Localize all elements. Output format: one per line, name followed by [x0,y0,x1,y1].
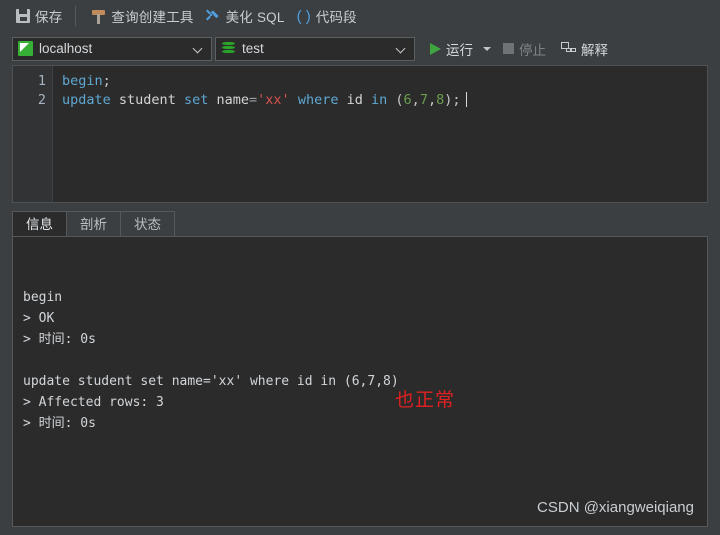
line-number: 1 [37,73,46,89]
code-token: 8 [436,92,445,108]
code-token: 'xx' [257,92,290,108]
code-token: ); [444,92,461,108]
sql-code-area[interactable]: begin; update student set name='xx' where… [53,66,707,202]
annotation-text: 也正常 [395,389,456,411]
stop-label: 停止 [519,42,546,58]
text-cursor [465,92,467,107]
parentheses-icon: ( ) [296,7,311,25]
code-token: 7 [419,92,428,108]
sql-editor-window: 保存 查询创建工具 美化 SQL ( ) 代码段 localhost test … [0,0,720,535]
run-button[interactable]: 运行 [427,37,476,61]
editor-container: 12 begin; update student set name='xx' wh… [0,65,720,207]
main-toolbar: 保存 查询创建工具 美化 SQL ( ) 代码段 [0,0,720,32]
output-console[interactable]: begin > OK > 时间: 0s update student set nam… [12,236,708,527]
database-value: test [242,41,264,56]
execution-controls: 运行 停止 解释 [427,37,611,61]
line-number-gutter: 12 [13,66,53,202]
code-token: 6 [403,92,412,108]
explain-button[interactable]: 解释 [558,37,611,61]
code-token: set [183,92,209,108]
console-line: update student set name='xx' where id in… [23,374,399,389]
console-line: > 时间: 0s [23,332,96,347]
code-token: = [249,92,258,108]
sql-editor[interactable]: 12 begin; update student set name='xx' wh… [12,65,708,203]
connection-icon [18,41,33,56]
run-label: 运行 [446,42,473,58]
code-token: update [62,92,111,108]
code-line: begin; [62,72,707,91]
code-token: , [411,92,420,108]
code-snippet-label: 代码段 [315,10,357,25]
play-icon [430,42,441,55]
tab-信息[interactable]: 信息 [12,211,67,236]
run-dropdown-arrow-icon[interactable] [483,46,491,51]
save-icon [16,9,30,23]
code-token: where [297,92,339,108]
beautify-sql-button[interactable]: 美化 SQL [200,4,291,28]
console-line: > OK [23,311,55,326]
line-number: 2 [37,92,46,108]
hammer-icon [91,9,106,24]
save-button[interactable]: 保存 [10,4,68,28]
toolbar-divider [75,6,77,26]
tab-剖析[interactable]: 剖析 [66,211,121,236]
code-token: ; [102,73,111,89]
console-container: begin > OK > 时间: 0s update student set nam… [0,236,720,535]
database-select[interactable]: test [215,36,415,61]
database-icon [221,41,236,56]
code-token: name [216,92,250,108]
stop-icon [503,43,514,54]
result-tabs: 信息 剖析 状态 [0,207,720,236]
watermark: CSDN @xiangweiqiang [537,499,694,516]
code-token: begin [62,73,103,89]
connection-toolbar: localhost test 运行 停止 解释 [0,32,720,65]
console-line: > Affected rows: 3 [23,395,164,410]
query-builder-button[interactable]: 查询创建工具 [85,4,199,28]
code-token: id [346,92,363,108]
code-token: in [371,92,388,108]
explain-icon [561,41,576,56]
connection-select[interactable]: localhost [12,36,212,61]
code-token: student [118,92,176,108]
tab-状态[interactable]: 状态 [120,211,175,236]
code-token: ( [387,92,404,108]
console-line: begin [23,290,63,305]
console-output-text: begin > OK > 时间: 0s update student set nam… [23,287,697,434]
beautify-sql-label: 美化 SQL [225,10,285,25]
save-label: 保存 [35,10,63,25]
connection-value: localhost [39,41,93,56]
stop-button: 停止 [500,37,549,61]
query-builder-label: 查询创建工具 [111,10,194,25]
sparkle-icon [205,9,221,24]
chevron-down-icon [193,43,204,54]
code-snippet-button[interactable]: ( ) 代码段 [291,4,363,28]
code-token: , [427,92,437,108]
console-line: > 时间: 0s [23,416,96,431]
code-line: update student set name='xx' where id in… [62,91,707,110]
chevron-down-icon [396,43,407,54]
explain-label: 解释 [581,42,608,58]
